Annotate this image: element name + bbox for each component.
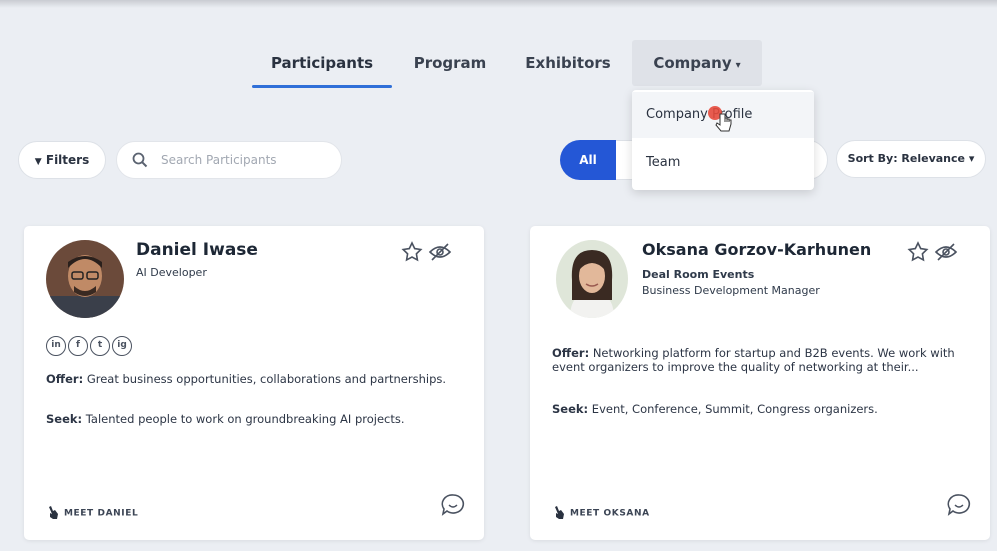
instagram-icon[interactable]: ig	[112, 336, 132, 356]
seek-text: Seek: Event, Conference, Summit, Congres…	[552, 402, 952, 416]
search-input[interactable]	[161, 150, 331, 170]
avatar[interactable]	[46, 240, 124, 318]
tab-program[interactable]: Program	[402, 40, 498, 86]
active-tab-underline	[252, 85, 392, 88]
window-top-edge	[0, 0, 997, 8]
star-icon[interactable]	[400, 240, 424, 264]
avatar-photo-oksana	[556, 240, 628, 318]
eye-off-icon[interactable]	[934, 240, 958, 264]
offer-label: Offer:	[552, 346, 590, 360]
participant-card: Daniel Iwase AI Developer in f t ig Offer: …	[24, 226, 484, 540]
eye-off-icon[interactable]	[428, 240, 452, 264]
chat-icon[interactable]	[440, 492, 466, 518]
tab-company-label: Company	[653, 54, 732, 72]
social-links: in f t ig	[46, 332, 134, 356]
seek-text: Seek: Talented people to work on groundb…	[46, 412, 446, 426]
offer-text: Offer: Great business opportunities, col…	[46, 372, 446, 386]
participant-card: Oksana Gorzov-Karhunen Deal Room Events …	[530, 226, 990, 540]
chevron-down-icon: ▾	[735, 60, 741, 71]
offer-value: Networking platform for startup and B2B …	[552, 346, 955, 374]
seek-label: Seek:	[552, 402, 589, 416]
search-icon	[132, 152, 148, 168]
offer-text: Offer: Networking platform for startup a…	[552, 346, 962, 374]
filters-button[interactable]: ▼ Filters	[18, 141, 106, 179]
chat-icon[interactable]	[946, 492, 972, 518]
facebook-icon[interactable]: f	[68, 336, 88, 356]
avatar-photo-daniel	[46, 240, 124, 318]
meet-label: MEET DANIEL	[64, 508, 139, 519]
sort-by-dropdown[interactable]: Sort By: Relevance ▾	[836, 140, 986, 178]
offer-label: Offer:	[46, 372, 84, 386]
filter-icon: ▼	[34, 157, 42, 167]
tab-exhibitors[interactable]: Exhibitors	[512, 40, 624, 86]
hand-pointer-icon	[715, 113, 732, 132]
company-dropdown-menu: Company Profile Team	[632, 90, 814, 190]
linkedin-icon[interactable]: in	[46, 336, 66, 356]
offer-value: Great business opportunities, collaborat…	[86, 372, 447, 386]
seek-label: Seek:	[46, 412, 83, 426]
seek-value: Event, Conference, Summit, Congress orga…	[591, 402, 878, 416]
participant-role: Business Development Manager	[642, 284, 820, 297]
meet-button[interactable]: MEET DANIEL	[46, 506, 138, 520]
meet-label: MEET OKSANA	[570, 508, 650, 519]
star-icon[interactable]	[906, 240, 930, 264]
wave-hand-icon	[555, 506, 564, 519]
wave-hand-icon	[49, 506, 58, 519]
participant-role: AI Developer	[136, 266, 207, 279]
seek-value: Talented people to work on groundbreakin…	[85, 412, 405, 426]
twitter-icon[interactable]: t	[90, 336, 110, 356]
meet-button[interactable]: MEET OKSANA	[552, 506, 650, 520]
main-nav: Participants Program Exhibitors Company ▾	[0, 40, 997, 92]
segment-all-button[interactable]: All	[560, 140, 616, 180]
participant-company[interactable]: Deal Room Events	[642, 268, 754, 281]
search-box	[116, 141, 342, 179]
participant-name[interactable]: Oksana Gorzov-Karhunen	[642, 240, 871, 259]
tab-participants[interactable]: Participants	[252, 40, 392, 86]
participant-name[interactable]: Daniel Iwase	[136, 240, 258, 260]
filters-label: Filters	[45, 153, 90, 167]
tab-company[interactable]: Company ▾	[632, 40, 762, 86]
avatar[interactable]	[556, 240, 628, 318]
menu-item-team[interactable]: Team	[632, 140, 814, 186]
